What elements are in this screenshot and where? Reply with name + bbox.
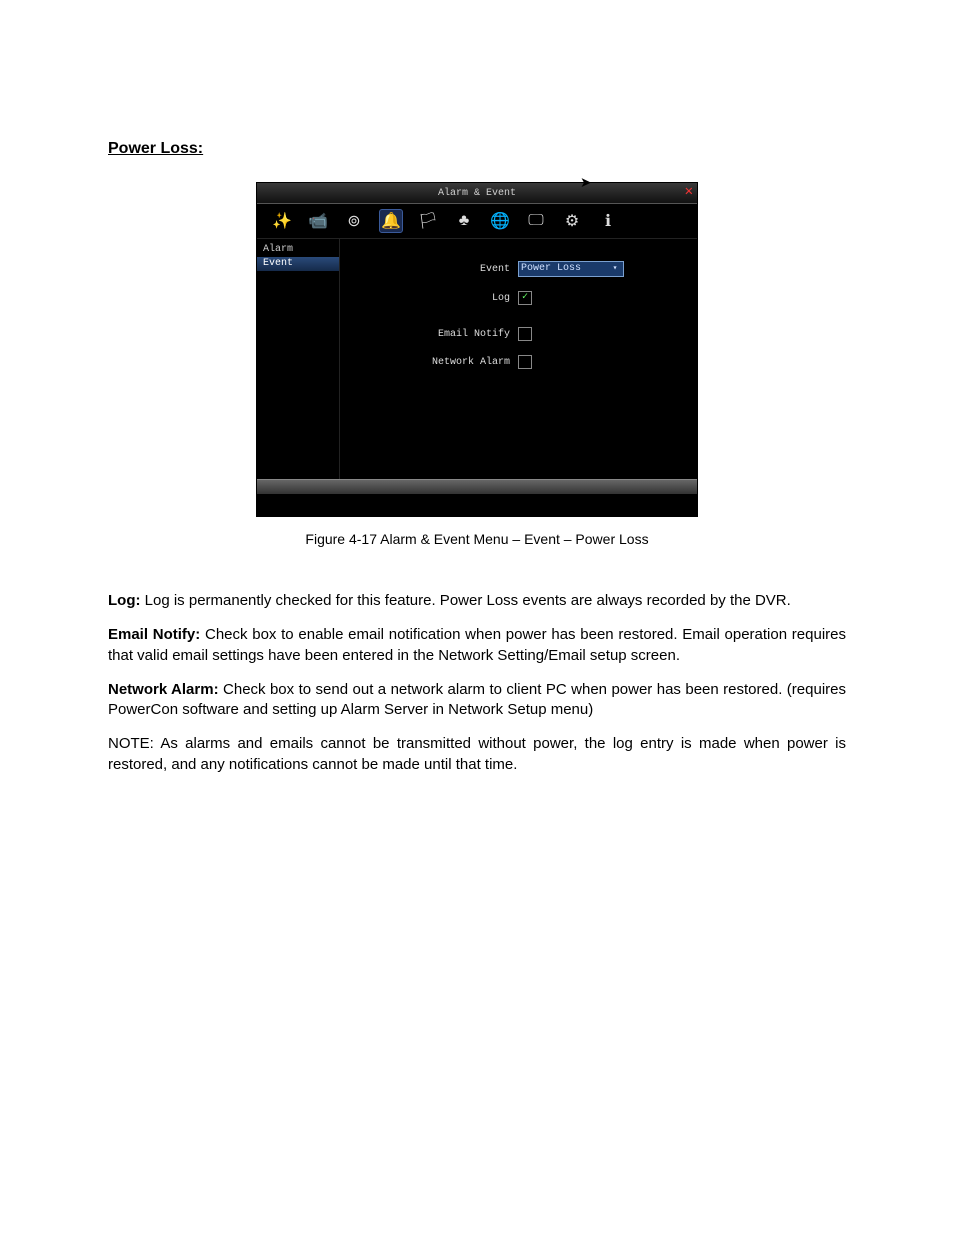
email-notify-checkbox[interactable] — [518, 327, 532, 341]
row-log: Log ✓ — [340, 291, 697, 305]
bell-icon[interactable]: 🔔 — [379, 209, 403, 233]
row-email: Email Notify — [340, 327, 697, 341]
paragraph-email: Email Notify: Check box to enable email … — [108, 625, 846, 666]
status-bar — [257, 479, 697, 494]
window-title: Alarm & Event — [438, 188, 516, 199]
toolbar: ✨ 📹 ⊚ 🔔 🏳 ♣ 🌐 🖵 ⚙ ℹ — [257, 204, 697, 239]
event-select-value: Power Loss — [521, 262, 581, 276]
content-row: Alarm Event Event Power Loss ▾ Log ✓ — [257, 239, 697, 479]
figure-caption: Figure 4-17 Alarm & Event Menu – Event –… — [305, 531, 648, 547]
app-window: Alarm & Event ✕ ✨ 📹 ⊚ 🔔 🏳 ♣ 🌐 🖵 ⚙ ℹ Alar… — [256, 182, 698, 517]
log-checkbox[interactable]: ✓ — [518, 291, 532, 305]
row-event: Event Power Loss ▾ — [340, 261, 697, 277]
window-bottom-border — [257, 494, 697, 516]
settings-panel: Event Power Loss ▾ Log ✓ Email Notify — [340, 239, 697, 479]
title-bar: Alarm & Event ✕ — [257, 183, 697, 204]
body-text: Log: Log is permanently checked for this… — [108, 591, 846, 775]
network-alarm-checkbox[interactable] — [518, 355, 532, 369]
log-label: Log — [340, 293, 518, 304]
network-icon[interactable]: ♣ — [453, 210, 475, 232]
flag-icon[interactable]: 🏳 — [417, 210, 439, 232]
sidebar-item-event[interactable]: Event — [257, 257, 339, 271]
event-select[interactable]: Power Loss ▾ — [518, 261, 624, 277]
camera-icon[interactable]: 📹 — [307, 210, 329, 232]
chevron-down-icon: ▾ — [609, 262, 621, 276]
section-heading: Power Loss: — [108, 140, 846, 158]
sidebar: Alarm Event — [257, 239, 340, 479]
disc-icon[interactable]: ⊚ — [343, 210, 365, 232]
info-icon[interactable]: ℹ — [597, 210, 619, 232]
monitor-icon[interactable]: 🖵 — [525, 210, 547, 232]
gear-icon[interactable]: ⚙ — [561, 210, 583, 232]
close-icon[interactable]: ✕ — [685, 185, 693, 199]
sidebar-item-alarm[interactable]: Alarm — [257, 243, 339, 257]
figure: Alarm & Event ✕ ✨ 📹 ⊚ 🔔 🏳 ♣ 🌐 🖵 ⚙ ℹ Alar… — [108, 176, 846, 591]
row-network-alarm: Network Alarm — [340, 355, 697, 369]
email-notify-label: Email Notify — [340, 329, 518, 340]
paragraph-note: NOTE: As alarms and emails cannot be tra… — [108, 734, 846, 775]
network-alarm-label: Network Alarm — [340, 357, 518, 368]
globe-icon[interactable]: 🌐 — [489, 210, 511, 232]
paragraph-log: Log: Log is permanently checked for this… — [108, 591, 846, 611]
paragraph-network: Network Alarm: Check box to send out a n… — [108, 680, 846, 721]
sparkle-icon[interactable]: ✨ — [271, 210, 293, 232]
event-label: Event — [340, 264, 518, 275]
